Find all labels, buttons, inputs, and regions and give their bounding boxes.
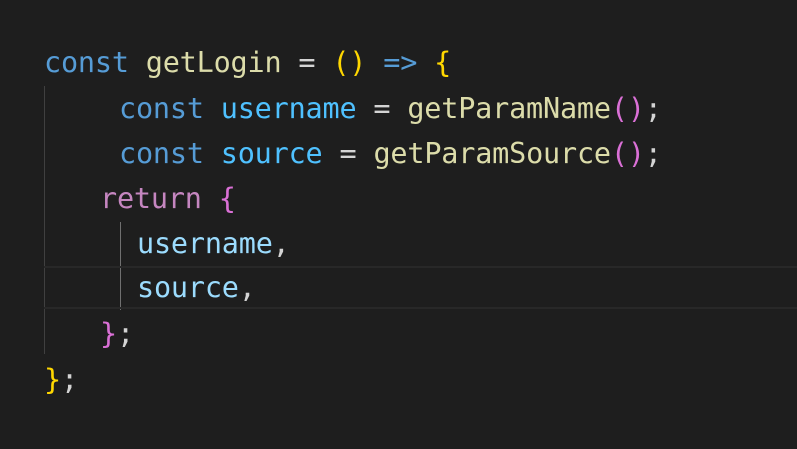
comma: , bbox=[272, 227, 290, 260]
variable-name: username bbox=[220, 92, 357, 125]
code-line-1[interactable]: const getLogin = () => { bbox=[44, 40, 451, 85]
arrow-operator: => bbox=[383, 46, 418, 79]
code-line-3[interactable]: const source = getParamSource(); bbox=[119, 131, 662, 176]
semicolon: ; bbox=[644, 137, 662, 170]
keyword-const: const bbox=[119, 92, 204, 125]
property-name: source bbox=[137, 271, 239, 304]
code-line-8[interactable]: }; bbox=[44, 357, 78, 402]
close-brace: } bbox=[100, 317, 117, 350]
code-line-5[interactable]: username, bbox=[137, 221, 290, 266]
indent-guide-outer bbox=[44, 86, 45, 354]
keyword-return: return bbox=[100, 182, 202, 215]
comma: , bbox=[238, 271, 256, 304]
code-line-6[interactable]: source, bbox=[137, 265, 256, 310]
open-brace: { bbox=[434, 46, 452, 79]
keyword-const: const bbox=[119, 137, 204, 170]
paren-pair: () bbox=[610, 92, 645, 125]
operator-equals: = bbox=[298, 46, 316, 79]
operator-equals: = bbox=[373, 92, 391, 125]
code-editor[interactable]: const getLogin = () => { const username … bbox=[0, 0, 797, 449]
paren-pair: () bbox=[610, 137, 645, 170]
open-brace: { bbox=[218, 182, 236, 215]
code-line-7[interactable]: }; bbox=[100, 311, 134, 356]
variable-name: source bbox=[220, 137, 323, 170]
semicolon: ; bbox=[60, 363, 78, 396]
function-call: getParamName bbox=[407, 92, 611, 125]
semicolon: ; bbox=[116, 317, 134, 350]
property-name: username bbox=[137, 227, 273, 260]
close-brace: } bbox=[44, 363, 61, 396]
function-call: getParamSource bbox=[373, 137, 611, 170]
semicolon: ; bbox=[644, 92, 662, 125]
operator-equals: = bbox=[339, 137, 357, 170]
keyword-const: const bbox=[44, 46, 129, 79]
function-name: getLogin bbox=[145, 46, 282, 79]
code-line-2[interactable]: const username = getParamName(); bbox=[119, 86, 662, 131]
paren-pair: () bbox=[332, 46, 367, 79]
code-line-4[interactable]: return { bbox=[100, 176, 236, 221]
